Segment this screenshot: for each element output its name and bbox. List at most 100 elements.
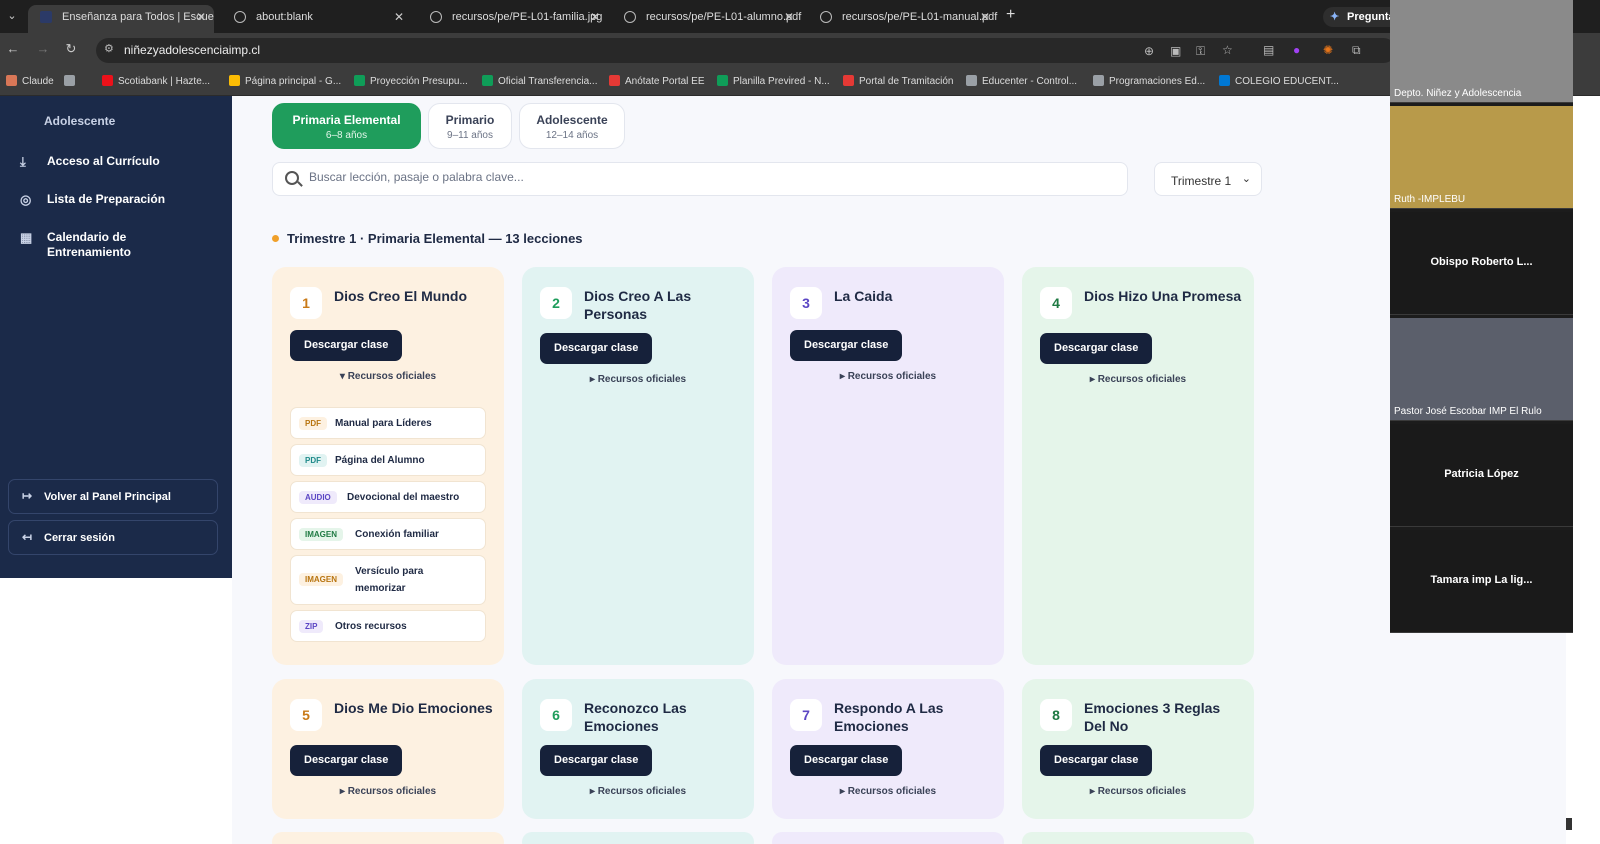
calendar-icon: ▦ bbox=[20, 230, 33, 245]
download-lesson-button[interactable]: Descargar clase bbox=[1040, 333, 1153, 364]
official-resources-toggle[interactable]: ▸ Recursos oficiales bbox=[522, 786, 754, 797]
sparkle-icon: ✦ bbox=[1330, 11, 1340, 23]
browser-tab[interactable]: recursos/pe/PE-L01-familia.jpg ✕ bbox=[418, 5, 608, 33]
bookmark[interactable]: Oficial Transferencia... bbox=[482, 75, 597, 87]
download-lesson-button[interactable]: Descargar clase bbox=[290, 330, 403, 361]
official-resources-toggle[interactable]: ▾ Recursos oficiales bbox=[272, 371, 504, 382]
extension-icon[interactable]: ● bbox=[1293, 43, 1300, 57]
bookmark[interactable] bbox=[64, 75, 80, 87]
lesson-card: 8 Emociones 3 Reglas Del No Descargar cl… bbox=[1022, 679, 1254, 819]
download-lesson-button[interactable]: Descargar clase bbox=[790, 330, 903, 361]
extension-icon[interactable]: ✺ bbox=[1323, 43, 1333, 57]
download-lesson-button[interactable]: Descargar clase bbox=[540, 745, 653, 776]
resource-item[interactable]: ZIP Otros recursos bbox=[290, 610, 486, 642]
exit-arrow-icon: ↦ bbox=[22, 489, 33, 503]
bookmark[interactable]: Scotiabank | Hazte... bbox=[102, 75, 210, 87]
search-input[interactable] bbox=[309, 170, 1109, 184]
sidebar-heading: Adolescente bbox=[44, 114, 116, 128]
bookmark[interactable]: Página principal - G... bbox=[229, 75, 341, 87]
browser-tab[interactable]: recursos/pe/PE-L01-alumno.pdf ✕ bbox=[612, 5, 802, 33]
resource-item[interactable]: IMAGEN Conexión familiar bbox=[290, 518, 486, 550]
reload-icon[interactable]: ↻ bbox=[61, 41, 81, 57]
resource-label: Manual para Líderes bbox=[335, 418, 432, 429]
participant-tile[interactable]: Depto. Niñez y Adolescencia bbox=[1390, 0, 1573, 103]
resource-label: Devocional del maestro bbox=[347, 492, 460, 503]
participant-tile[interactable]: Pastor José Escobar IMP El Rulo bbox=[1390, 318, 1573, 421]
download-lesson-button[interactable]: Descargar clase bbox=[790, 745, 903, 776]
bookmark[interactable]: Programaciones Ed... bbox=[1093, 75, 1205, 87]
lesson-title: Dios Creo A Las Personas bbox=[584, 288, 692, 322]
tab-title: about:blank bbox=[256, 11, 313, 23]
bookmark[interactable]: Anótate Portal EE bbox=[609, 75, 705, 87]
bookmark[interactable]: Portal de Tramitación bbox=[843, 75, 954, 87]
browser-tab[interactable]: Enseñanza para Todos | Escuela ✕ bbox=[28, 5, 214, 33]
lesson-number: 4 bbox=[1040, 287, 1072, 319]
extension-icon[interactable]: ▤ bbox=[1263, 43, 1274, 57]
download-lesson-button[interactable]: Descargar clase bbox=[290, 745, 403, 776]
forward-arrow-icon[interactable]: → bbox=[33, 41, 53, 56]
lesson-card: 5 Dios Me Dio Emociones Descargar clase … bbox=[272, 679, 504, 819]
close-icon[interactable]: ✕ bbox=[784, 5, 794, 29]
close-icon[interactable]: ✕ bbox=[196, 5, 206, 29]
participant-tile[interactable]: Obispo Roberto L... bbox=[1390, 212, 1573, 315]
lesson-card bbox=[1022, 832, 1254, 844]
bookmark[interactable]: Educenter - Control... bbox=[966, 75, 1077, 87]
official-resources-toggle[interactable]: ▸ Recursos oficiales bbox=[772, 786, 1004, 797]
browser-tab[interactable]: about:blank ✕ bbox=[222, 5, 412, 33]
bookmark[interactable]: COLEGIO EDUCENT... bbox=[1219, 75, 1339, 87]
new-tab-plus-icon[interactable]: + bbox=[1006, 6, 1015, 24]
back-arrow-icon[interactable]: ← bbox=[3, 41, 23, 56]
lesson-number: 8 bbox=[1040, 699, 1072, 731]
resource-item[interactable]: AUDIO Devocional del maestro bbox=[290, 481, 486, 513]
address-bar[interactable]: ⚙ niñezyadolescenciaimp.cl ⊕ ▣ ⚿ ☆ bbox=[96, 38, 1396, 63]
scrollbar-thumb[interactable] bbox=[1566, 818, 1572, 830]
resource-item[interactable]: IMAGEN Versículo para memorizar bbox=[290, 555, 486, 605]
cast-icon[interactable]: ▣ bbox=[1170, 44, 1181, 58]
close-icon[interactable]: ✕ bbox=[980, 5, 990, 29]
official-resources-toggle[interactable]: ▸ Recursos oficiales bbox=[1022, 374, 1254, 385]
level-tab-primaria-elemental[interactable]: Primaria Elemental 6–8 años bbox=[272, 103, 421, 149]
resource-item[interactable]: PDF Página del Alumno bbox=[290, 444, 486, 476]
trimester-select[interactable]: Trimestre 1 ⌄ bbox=[1154, 162, 1262, 196]
bookmark[interactable]: Planilla Previred - N... bbox=[717, 75, 830, 87]
lesson-number: 5 bbox=[290, 699, 322, 731]
participant-name: Depto. Niñez y Adolescencia bbox=[1394, 88, 1522, 99]
tab-title: recursos/pe/PE-L01-manual.pdf bbox=[842, 11, 998, 23]
file-type-badge: IMAGEN bbox=[299, 573, 343, 586]
chevron-down-icon: ⌄ bbox=[1241, 173, 1251, 185]
lesson-card: 1 Dios Creo El Mundo Descargar clase ▾ R… bbox=[272, 267, 504, 665]
official-resources-toggle[interactable]: ▸ Recursos oficiales bbox=[272, 786, 504, 797]
section-heading: Trimestre 1 · Primaria Elemental — 13 le… bbox=[272, 231, 583, 246]
globe-icon bbox=[820, 11, 832, 23]
back-to-dashboard-button[interactable]: ↦ Volver al Panel Principal bbox=[8, 479, 218, 514]
bookmark-star-icon[interactable]: ☆ bbox=[1222, 43, 1233, 57]
logout-button[interactable]: ↤ Cerrar sesión bbox=[8, 520, 218, 555]
tab-search-chevron-icon[interactable]: ⌄ bbox=[2, 6, 22, 26]
participant-tile[interactable]: Patricia López bbox=[1390, 424, 1573, 527]
level-tab-adolescente[interactable]: Adolescente 12–14 años bbox=[519, 103, 625, 149]
site-settings-icon[interactable]: ⚙ bbox=[104, 42, 114, 55]
participant-tile[interactable]: Tamara imp La lig... bbox=[1390, 530, 1573, 633]
file-type-badge: IMAGEN bbox=[299, 528, 343, 541]
participant-tile[interactable]: Ruth -IMPLEBU bbox=[1390, 106, 1573, 209]
close-icon[interactable]: ✕ bbox=[590, 5, 600, 29]
bookmark[interactable]: Proyección Presupu... bbox=[354, 75, 468, 87]
password-key-icon[interactable]: ⚿ bbox=[1196, 44, 1205, 59]
close-icon[interactable]: ✕ bbox=[394, 5, 404, 29]
bookmark[interactable]: Claude bbox=[6, 75, 54, 87]
official-resources-toggle[interactable]: ▸ Recursos oficiales bbox=[1022, 786, 1254, 797]
level-tab-primario[interactable]: Primario 9–11 años bbox=[428, 103, 512, 149]
official-resources-toggle[interactable]: ▸ Recursos oficiales bbox=[522, 374, 754, 385]
file-type-badge: ZIP bbox=[299, 620, 324, 633]
download-lesson-button[interactable]: Descargar clase bbox=[540, 333, 653, 364]
sidebar: Adolescente ⤓ Acceso al Currículo ◎ List… bbox=[0, 96, 232, 578]
official-resources-toggle[interactable]: ▸ Recursos oficiales bbox=[772, 371, 1004, 382]
extensions-puzzle-icon[interactable]: ⧉ bbox=[1352, 43, 1361, 58]
tab-title: Enseñanza para Todos | Escuela bbox=[62, 11, 214, 23]
browser-tab[interactable]: recursos/pe/PE-L01-manual.pdf ✕ bbox=[808, 5, 998, 33]
zoom-icon[interactable]: ⊕ bbox=[1144, 44, 1154, 58]
download-lesson-button[interactable]: Descargar clase bbox=[1040, 745, 1153, 776]
resource-item[interactable]: PDF Manual para Líderes bbox=[290, 407, 486, 439]
lesson-card: 6 Reconozco Las Emociones Descargar clas… bbox=[522, 679, 754, 819]
download-icon: ⤓ bbox=[20, 154, 26, 169]
